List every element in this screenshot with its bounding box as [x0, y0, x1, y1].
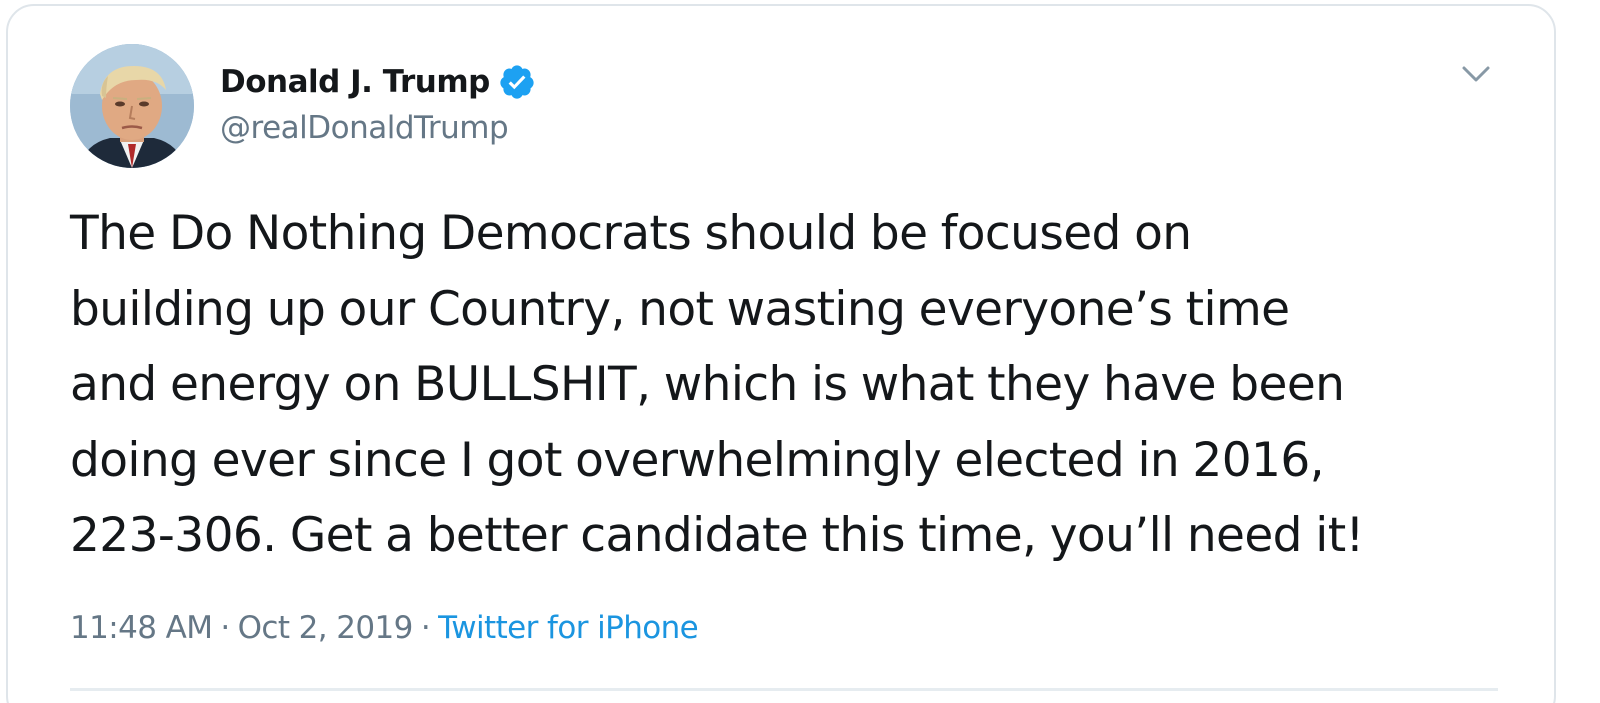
avatar[interactable] — [70, 44, 194, 168]
meta-separator: · — [220, 610, 230, 646]
verified-badge-icon — [498, 63, 536, 101]
tweet-text-line: The Do Nothing Democrats should be focus… — [70, 206, 1192, 261]
tweet-date[interactable]: Oct 2, 2019 — [238, 610, 414, 646]
meta-separator: · — [420, 610, 431, 646]
tweet-text-line: and energy on BULLSHIT, which is what th… — [70, 357, 1345, 412]
display-name[interactable]: Donald J. Trump — [220, 64, 490, 100]
tweet-text: The Do Nothing Democrats should be focus… — [70, 196, 1510, 574]
author-name-row[interactable]: Donald J. Trump — [220, 62, 536, 102]
tweet-text-line: building up our Country, not wasting eve… — [70, 281, 1290, 337]
tweet-text-line: 223-306. Get a better candidate this tim… — [70, 508, 1364, 563]
divider — [70, 688, 1498, 691]
tweet-card: Donald J. Trump @realDonaldTrump The Do … — [6, 4, 1556, 703]
profile-photo — [70, 44, 194, 168]
chevron-down-icon — [1462, 66, 1490, 82]
tweet-source-link[interactable]: Twitter for iPhone — [438, 610, 699, 646]
more-options-button[interactable] — [1454, 58, 1498, 94]
tweet-text-line: doing ever since I got overwhelmingly el… — [70, 432, 1325, 488]
username-handle[interactable]: @realDonaldTrump — [220, 110, 509, 146]
tweet-meta: 11:48 AM · Oct 2, 2019 · Twitter for iPh… — [70, 610, 699, 646]
tweet-time[interactable]: 11:48 AM — [70, 610, 213, 646]
